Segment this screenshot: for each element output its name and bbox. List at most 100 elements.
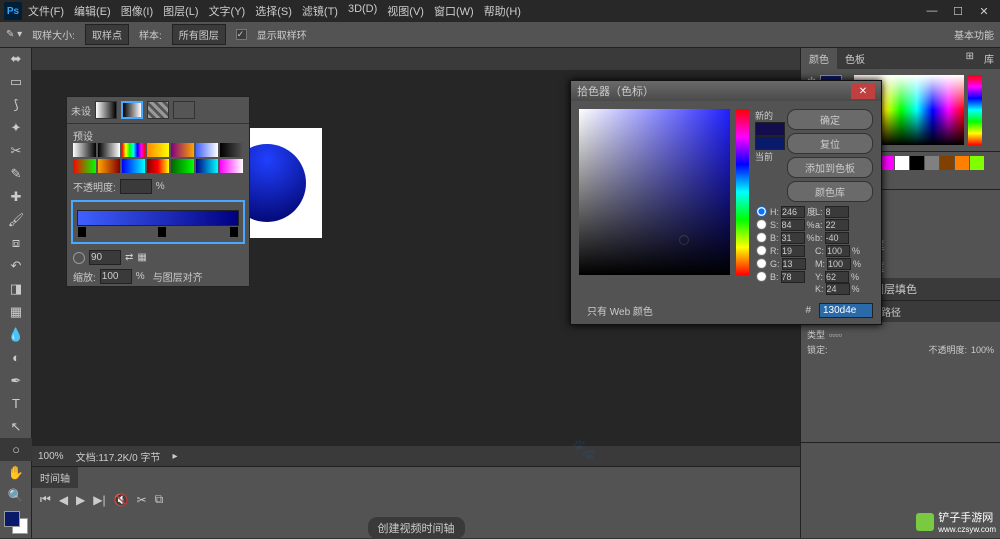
cancel-button[interactable]: 复位 — [787, 133, 873, 154]
gradient-type-linear[interactable] — [95, 101, 117, 119]
gradient-preset[interactable] — [147, 143, 170, 157]
heal-tool[interactable]: ✚ — [0, 186, 32, 209]
fg-bg-swatch[interactable] — [4, 511, 28, 534]
swatch[interactable] — [910, 156, 924, 170]
lib-tab[interactable]: 库 — [978, 48, 1000, 69]
g-input[interactable] — [782, 258, 806, 270]
gradient-preset[interactable] — [98, 143, 121, 157]
swatch[interactable] — [895, 156, 909, 170]
pen-tool[interactable]: ✒ — [0, 369, 32, 392]
crop-tool[interactable]: ✂ — [0, 140, 32, 163]
lab-b-input[interactable] — [825, 232, 849, 244]
prev-frame-button[interactable]: ◀ — [59, 493, 68, 507]
color-field[interactable] — [579, 109, 730, 275]
close-button[interactable]: ✕ — [972, 3, 996, 19]
h-input[interactable] — [781, 206, 805, 218]
lasso-tool[interactable]: ⟆ — [0, 94, 32, 117]
gradient-preset[interactable] — [122, 159, 145, 173]
gradient-stop[interactable] — [78, 227, 86, 237]
swatch[interactable] — [940, 156, 954, 170]
brush-tool[interactable]: 🖌 — [0, 209, 32, 232]
scale-input[interactable] — [100, 269, 132, 284]
color-tab[interactable]: 颜色 — [801, 48, 837, 69]
shape-tool[interactable]: ○ — [0, 438, 32, 461]
l-input[interactable] — [825, 206, 849, 218]
gradient-preset[interactable] — [220, 143, 243, 157]
angle-input[interactable] — [89, 250, 121, 265]
menu-item[interactable]: 图层(L) — [163, 3, 198, 19]
opacity-input[interactable] — [120, 179, 152, 194]
maximize-button[interactable]: ☐ — [946, 3, 970, 19]
color-lib-button[interactable]: 颜色库 — [787, 181, 873, 202]
wand-tool[interactable]: ✦ — [0, 117, 32, 140]
swatch[interactable] — [880, 156, 894, 170]
sample-size-dropdown[interactable]: 取样点 — [85, 24, 129, 45]
cut-button[interactable]: ✂ — [137, 493, 147, 507]
dialog-close-button[interactable]: ✕ — [851, 83, 875, 99]
zoom-level[interactable]: 100% — [38, 451, 64, 462]
create-timeline-button[interactable]: 创建视频时间轴 — [368, 517, 465, 539]
gradient-preset[interactable] — [171, 159, 194, 173]
hue-strip[interactable] — [968, 75, 982, 145]
swatch[interactable] — [955, 156, 969, 170]
move-tool[interactable]: ⬌ — [0, 48, 32, 71]
menu-item[interactable]: 文字(Y) — [209, 3, 246, 19]
gradient-type-radial[interactable] — [121, 101, 143, 119]
lib-icon[interactable]: ⊞ — [962, 48, 978, 69]
gradient-tab[interactable]: 未设 — [71, 103, 91, 118]
layer-kind-dropdown[interactable]: 类型 — [807, 328, 825, 341]
path-tool[interactable]: ↖ — [0, 415, 32, 438]
timeline-tab[interactable]: 时间轴 — [32, 467, 78, 488]
dodge-tool[interactable]: ◐ — [0, 346, 32, 369]
menu-item[interactable]: 选择(S) — [255, 3, 292, 19]
gradient-type-none[interactable] — [173, 101, 195, 119]
ok-button[interactable]: 确定 — [787, 109, 873, 130]
zoom-tool[interactable]: 🔍 — [0, 484, 32, 507]
menu-item[interactable]: 编辑(E) — [74, 3, 111, 19]
b-radio[interactable] — [756, 232, 766, 242]
hand-tool[interactable]: ✋ — [0, 461, 32, 484]
r-radio[interactable] — [756, 245, 766, 255]
gradient-presets[interactable] — [73, 143, 243, 173]
reverse-icon[interactable]: ⇄ — [125, 252, 133, 263]
gradient-preset[interactable] — [220, 159, 243, 173]
k-input[interactable] — [826, 283, 850, 295]
gradient-stop[interactable] — [230, 227, 238, 237]
c-input[interactable] — [826, 245, 850, 257]
menu-item[interactable]: 窗口(W) — [434, 3, 474, 19]
eraser-tool[interactable]: ◨ — [0, 278, 32, 301]
menu-item[interactable]: 图像(I) — [121, 3, 153, 19]
stamp-tool[interactable]: ⧈ — [0, 232, 32, 255]
show-ring-checkbox[interactable] — [236, 29, 247, 40]
marquee-tool[interactable]: ▭ — [0, 71, 32, 94]
b-input[interactable] — [781, 232, 805, 244]
menu-item[interactable]: 滤镜(T) — [302, 3, 338, 19]
gradient-preset[interactable] — [122, 143, 145, 157]
next-frame-button[interactable]: ▶| — [93, 493, 105, 507]
swatch[interactable] — [925, 156, 939, 170]
menu-item[interactable]: 3D(D) — [348, 3, 377, 19]
angle-dial-icon[interactable] — [73, 252, 85, 264]
go-start-button[interactable]: ⏮ — [40, 492, 51, 507]
g-radio[interactable] — [756, 258, 766, 268]
h-radio[interactable] — [756, 206, 766, 216]
a-input[interactable] — [825, 219, 849, 231]
type-tool[interactable]: T — [0, 392, 32, 415]
gradient-preset[interactable] — [98, 159, 121, 173]
s-radio[interactable] — [756, 219, 766, 229]
hue-slider[interactable] — [736, 109, 749, 275]
minimize-button[interactable]: — — [920, 3, 944, 19]
m-input[interactable] — [827, 258, 851, 270]
menu-item[interactable]: 帮助(H) — [484, 3, 521, 19]
gradient-preset[interactable] — [73, 159, 96, 173]
gradient-preset[interactable] — [147, 159, 170, 173]
transition-button[interactable]: ⧉ — [155, 492, 164, 507]
swatches-tab[interactable]: 色板 — [837, 48, 873, 69]
layer-opacity[interactable]: 100% — [971, 345, 994, 355]
menu-item[interactable]: 文件(F) — [28, 3, 64, 19]
gradient-preset[interactable] — [196, 143, 219, 157]
swatch[interactable] — [970, 156, 984, 170]
menu-item[interactable]: 视图(V) — [387, 3, 424, 19]
blur-tool[interactable]: 💧 — [0, 323, 32, 346]
dither-icon[interactable]: ▦ — [137, 252, 146, 263]
